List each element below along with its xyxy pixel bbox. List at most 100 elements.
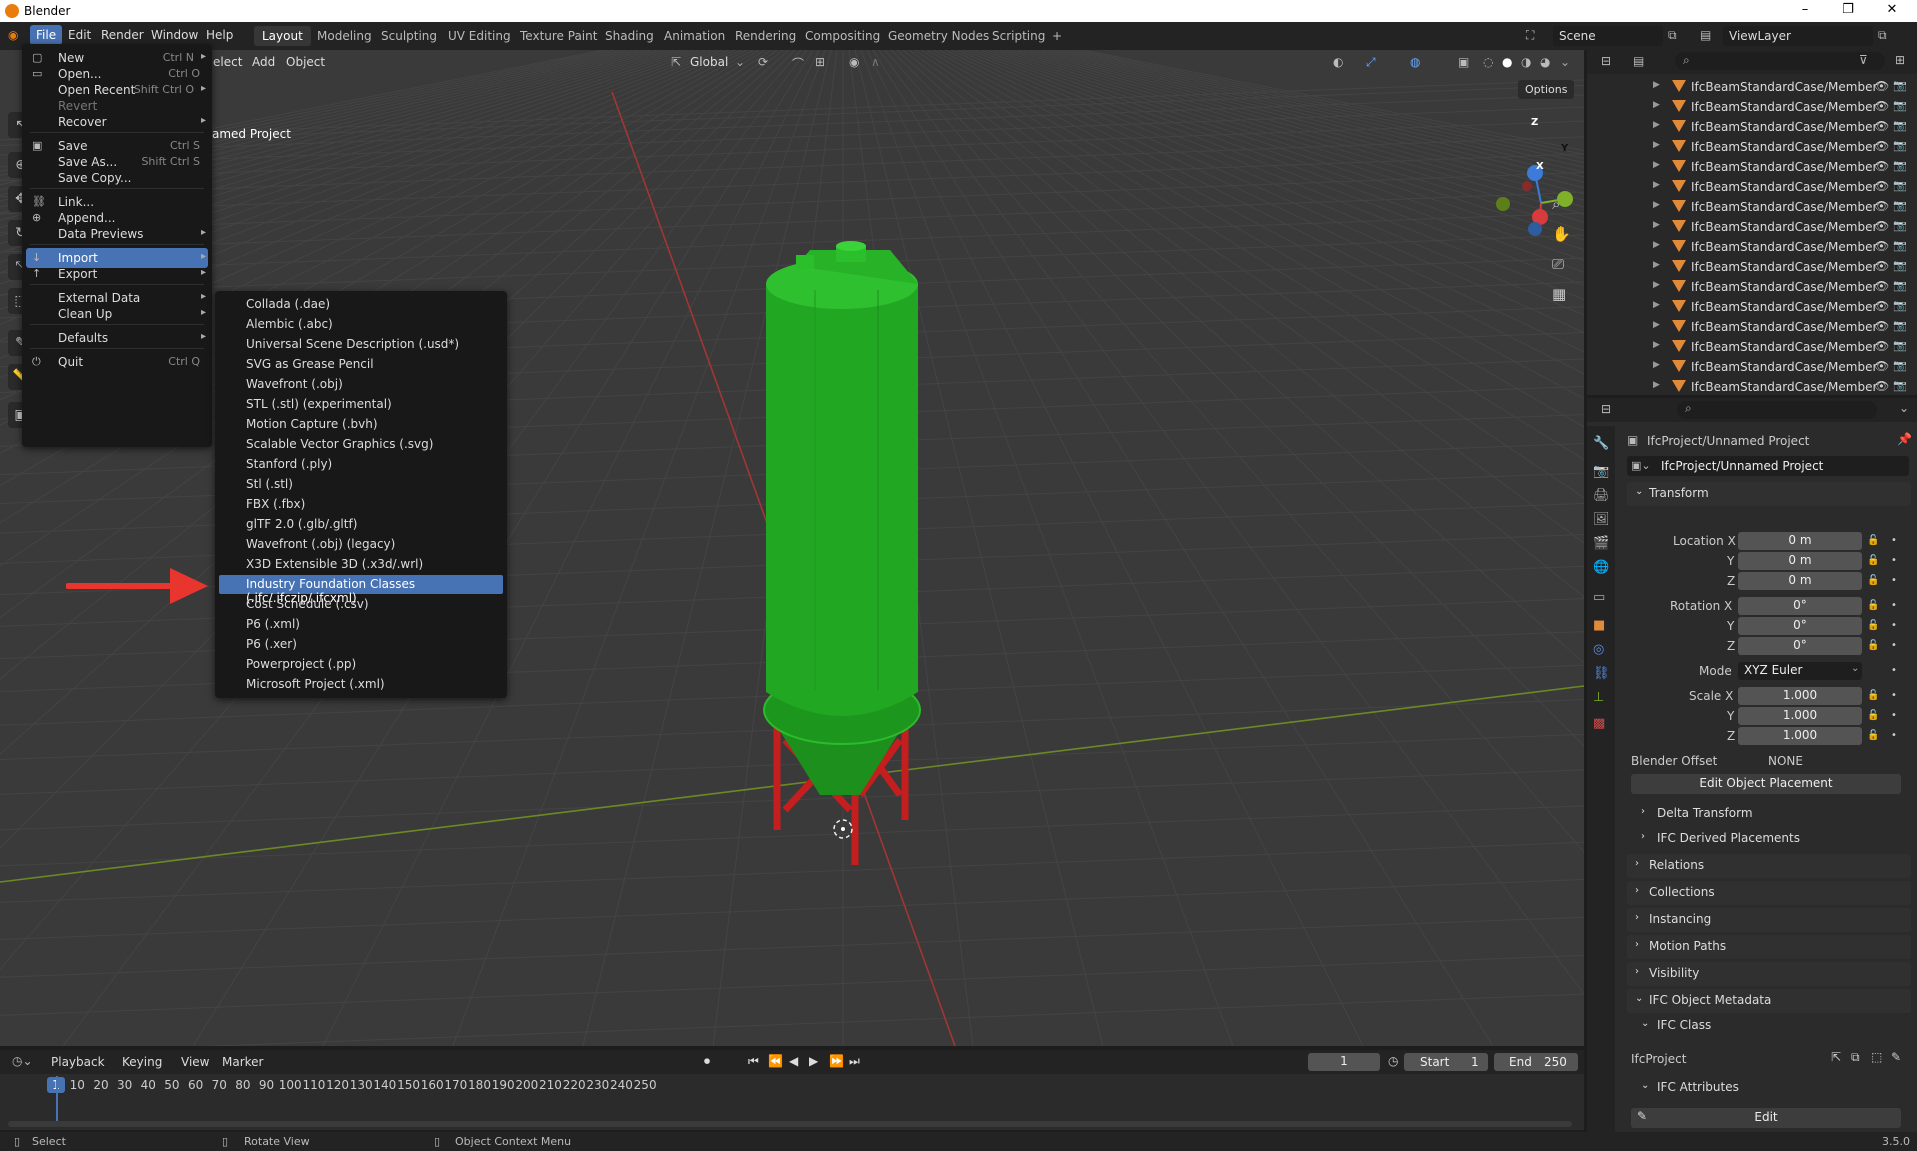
display-mode-icon[interactable]: ▤: [1633, 54, 1644, 68]
keyframe-dot-icon[interactable]: •: [1891, 640, 1897, 651]
keyframe-dot-icon[interactable]: •: [1891, 575, 1897, 586]
visibility-icon[interactable]: ◐: [1333, 55, 1343, 69]
tool-tab-icon[interactable]: 🔧: [1593, 436, 1609, 451]
material-shading-icon[interactable]: ◑: [1521, 55, 1531, 69]
constraints-tab-icon[interactable]: ⛓: [1593, 666, 1610, 681]
view-layer-tab-icon[interactable]: 🖼: [1593, 512, 1610, 527]
outliner-item[interactable]: ▶ IfcBeamStandardCase/Member 👁 📷: [1587, 137, 1917, 157]
import-option-2[interactable]: Alembic (.abc): [219, 315, 503, 334]
blender-menu-icon[interactable]: ◉: [8, 28, 18, 42]
viewport-menu-select[interactable]: elect: [213, 55, 242, 69]
lock-icon[interactable]: 🔓: [1867, 555, 1879, 566]
file-menu-export[interactable]: ↑ Export ▸: [26, 264, 208, 284]
import-option-1[interactable]: Collada (.dae): [219, 295, 503, 314]
keyframe-dot-icon[interactable]: •: [1891, 665, 1897, 676]
gizmo-y-label[interactable]: Y: [1561, 143, 1568, 154]
snap-target-icon[interactable]: ⊞: [815, 55, 825, 69]
file-menu-save-copy[interactable]: Save Copy...: [26, 168, 208, 188]
jump-start-icon[interactable]: ⏮: [748, 1054, 759, 1069]
scale-x-field[interactable]: 1.000: [1738, 687, 1862, 705]
expand-chevron-icon[interactable]: ▶: [1653, 220, 1660, 230]
expand-chevron-icon[interactable]: ▶: [1653, 160, 1660, 170]
play-reverse-icon[interactable]: ◀: [789, 1054, 798, 1068]
snap-icon[interactable]: ⌒: [792, 55, 804, 72]
import-option-9[interactable]: Stanford (.ply): [219, 455, 503, 474]
expand-chevron-icon[interactable]: ▶: [1653, 120, 1660, 130]
pan-hand-icon[interactable]: ✋: [1552, 225, 1571, 243]
eye-icon[interactable]: 👁: [1874, 319, 1889, 333]
expand-chevron-icon[interactable]: ▶: [1653, 180, 1660, 190]
expand-chevron-icon[interactable]: ▶: [1653, 80, 1660, 90]
pivot-icon[interactable]: ⟳: [758, 55, 768, 69]
world-tab-icon[interactable]: 🌐: [1593, 560, 1609, 575]
import-option-5[interactable]: Wavefront (.obj): [219, 375, 503, 394]
xray-icon[interactable]: ▣: [1458, 55, 1469, 69]
expand-chevron-icon[interactable]: ▶: [1653, 100, 1660, 110]
rotation-x-field[interactable]: 0°: [1738, 597, 1862, 615]
tab-compositing[interactable]: Compositing: [797, 26, 888, 46]
lock-icon[interactable]: 🔓: [1867, 730, 1879, 741]
import-option-12[interactable]: glTF 2.0 (.glb/.gltf): [219, 515, 503, 534]
camera-icon[interactable]: 📷: [1893, 299, 1907, 312]
scene-tab-icon[interactable]: 🎬: [1593, 536, 1609, 551]
camera-icon[interactable]: 📷: [1893, 139, 1907, 152]
eye-icon[interactable]: 👁: [1874, 79, 1889, 93]
camera-icon[interactable]: 📷: [1893, 199, 1907, 212]
ifc-object-metadata-section[interactable]: ⌄ IFC Object Metadata: [1627, 989, 1911, 1013]
rotation-y-field[interactable]: 0°: [1738, 617, 1862, 635]
outliner-item[interactable]: ▶ IfcBeamStandardCase/Member 👁 📷: [1587, 237, 1917, 257]
visibility-section[interactable]: › Visibility: [1627, 962, 1911, 986]
instancing-section[interactable]: › Instancing: [1627, 908, 1911, 932]
outliner-item[interactable]: ▶ IfcBeamStandardCase/Member 👁 📷: [1587, 317, 1917, 337]
import-option-17[interactable]: P6 (.xml): [219, 615, 503, 634]
wireframe-shading-icon[interactable]: ◌: [1483, 55, 1493, 69]
eye-icon[interactable]: 👁: [1874, 219, 1889, 233]
collections-section[interactable]: › Collections: [1627, 881, 1911, 905]
expand-chevron-icon[interactable]: ▶: [1653, 200, 1660, 210]
camera-icon[interactable]: 📷: [1893, 339, 1907, 352]
import-option-13[interactable]: Wavefront (.obj) (legacy): [219, 535, 503, 554]
tab-layout[interactable]: Layout: [254, 26, 311, 46]
ifc-attributes-section[interactable]: ⌄ IFC Attributes: [1627, 1076, 1911, 1100]
outliner-item[interactable]: ▶ IfcBeamStandardCase/Member 👁 📷: [1587, 357, 1917, 377]
eye-icon[interactable]: 👁: [1874, 119, 1889, 133]
expand-chevron-icon[interactable]: ▶: [1653, 280, 1660, 290]
minimize-button[interactable]: –: [1795, 2, 1815, 17]
import-option-8[interactable]: Scalable Vector Graphics (.svg): [219, 435, 503, 454]
file-menu-data-previews[interactable]: Data Previews ▸: [26, 224, 208, 244]
eye-icon[interactable]: 👁: [1874, 279, 1889, 293]
output-tab-icon[interactable]: 🖨: [1593, 488, 1610, 503]
scale-z-field[interactable]: 1.000: [1738, 727, 1862, 745]
outliner-search-input[interactable]: [1675, 52, 1885, 70]
outliner-item[interactable]: ▶ IfcBeamStandardCase/Member 👁 📷: [1587, 217, 1917, 237]
editor-type-icon[interactable]: ⊟: [1601, 54, 1611, 68]
camera-icon[interactable]: 📷: [1893, 319, 1907, 332]
camera-icon[interactable]: 📷: [1893, 99, 1907, 112]
expand-chevron-icon[interactable]: ▶: [1653, 260, 1660, 270]
outliner-item[interactable]: ▶ IfcBeamStandardCase/Member 👁 📷: [1587, 157, 1917, 177]
new-scene-icon[interactable]: ⧉: [1668, 28, 1677, 43]
keyframe-dot-icon[interactable]: •: [1891, 620, 1897, 631]
rotation-mode-dropdown[interactable]: XYZ Euler: [1738, 662, 1862, 680]
options-dropdown[interactable]: Options: [1518, 80, 1575, 99]
solid-shading-icon[interactable]: ●: [1502, 55, 1512, 69]
lock-icon[interactable]: 🔓: [1867, 710, 1879, 721]
menu-help[interactable]: Help: [206, 28, 233, 42]
maximize-button[interactable]: ❐: [1838, 2, 1858, 17]
tab-rendering[interactable]: Rendering: [727, 26, 804, 46]
copy-icon[interactable]: ⧉: [1851, 1050, 1860, 1065]
transform-orientation-dropdown[interactable]: Global: [690, 55, 728, 69]
preview-range-icon[interactable]: ◷: [1388, 1054, 1398, 1068]
rotation-z-field[interactable]: 0°: [1738, 637, 1862, 655]
next-keyframe-icon[interactable]: ⏩: [829, 1054, 844, 1068]
texture-tab-icon[interactable]: ▩: [1593, 716, 1605, 731]
ifc-derived-placements-section[interactable]: › IFC Derived Placements: [1627, 827, 1911, 851]
keyframe-dot-icon[interactable]: •: [1891, 690, 1897, 701]
transform-section-header[interactable]: ⌄ Transform: [1627, 482, 1911, 506]
keyframe-dot-icon[interactable]: •: [1891, 535, 1897, 546]
tab-modeling[interactable]: Modeling: [309, 26, 380, 46]
camera-icon[interactable]: 📷: [1893, 259, 1907, 272]
keyframe-dot-icon[interactable]: •: [1891, 600, 1897, 611]
delta-transform-section[interactable]: › Delta Transform: [1627, 802, 1911, 826]
import-option-3[interactable]: Universal Scene Description (.usd*): [219, 335, 503, 354]
